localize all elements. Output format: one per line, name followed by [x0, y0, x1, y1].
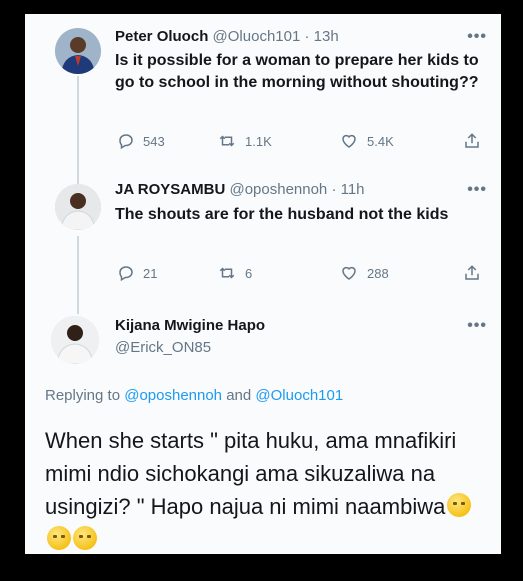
retweet-count: 6 — [245, 265, 253, 281]
retweet-count: 1.1K — [245, 133, 272, 149]
tweet-header: Kijana Mwigine Hapo — [115, 317, 265, 334]
more-icon[interactable]: ••• — [467, 317, 487, 335]
like-count: 288 — [367, 265, 389, 281]
replying-and: and — [226, 387, 252, 404]
rolling-eyes-emoji — [73, 526, 97, 550]
tweet-actions: 543 1.1K 5.4K — [117, 132, 481, 150]
retweet-icon — [217, 264, 237, 282]
reply-icon — [117, 132, 135, 150]
reply-icon — [117, 264, 135, 282]
reply-count: 21 — [143, 265, 158, 281]
tweet-text: Is it possible for a woman to prepare he… — [115, 52, 479, 91]
more-icon[interactable]: ••• — [467, 28, 487, 46]
display-name[interactable]: Peter Oluoch — [115, 28, 208, 45]
reply-button[interactable]: 21 — [117, 264, 217, 282]
avatar[interactable] — [55, 184, 101, 230]
handle-time: @oposhennoh · 11h — [229, 181, 365, 198]
heart-icon — [339, 264, 359, 282]
reply-count: 543 — [143, 133, 165, 149]
heart-icon — [339, 132, 359, 150]
like-button[interactable]: 5.4K — [339, 132, 463, 150]
rolling-eyes-emoji — [47, 526, 71, 550]
display-name[interactable]: JA ROYSAMBU — [115, 181, 225, 198]
thread-line-1 — [77, 76, 79, 184]
avatar[interactable] — [55, 28, 101, 74]
retweet-button[interactable]: 6 — [217, 264, 339, 282]
replying-to: Replying to @oposhennoh and @Oluoch101 — [45, 387, 343, 404]
more-icon[interactable]: ••• — [467, 181, 487, 199]
handle-time: @Oluoch101 · 13h — [212, 28, 339, 45]
avatar[interactable] — [51, 316, 99, 364]
rolling-eyes-emoji — [447, 493, 472, 517]
retweet-button[interactable]: 1.1K — [217, 132, 339, 150]
reply-button[interactable]: 543 — [117, 132, 217, 150]
display-name[interactable]: Kijana Mwigine Hapo — [115, 317, 265, 334]
tweet-thread-card: Peter Oluoch @Oluoch101 · 13h ••• Is it … — [25, 14, 501, 554]
main-tweet-body: When she starts " pita huku, ama mnafiki… — [45, 424, 495, 554]
share-icon — [463, 264, 481, 282]
like-button[interactable]: 288 — [339, 264, 463, 282]
tweet-header: Peter Oluoch @Oluoch101 · 13h — [115, 28, 339, 45]
replying-prefix: Replying to — [45, 387, 121, 404]
share-button[interactable] — [463, 264, 481, 282]
mention-link[interactable]: @oposhennoh — [124, 387, 222, 404]
tweet-text: The shouts are for the husband not the k… — [115, 206, 449, 223]
share-icon — [463, 132, 481, 150]
thread-line-2 — [77, 236, 79, 314]
like-count: 5.4K — [367, 133, 394, 149]
tweet-header: JA ROYSAMBU @oposhennoh · 11h — [115, 181, 365, 198]
handle-row: @Erick_ON85 — [115, 339, 211, 356]
main-tweet-text: When she starts " pita huku, ama mnafiki… — [45, 428, 457, 519]
handle[interactable]: @Erick_ON85 — [115, 339, 211, 356]
retweet-icon — [217, 132, 237, 150]
tweet-actions: 21 6 288 — [117, 264, 481, 282]
share-button[interactable] — [463, 132, 481, 150]
mention-link[interactable]: @Oluoch101 — [255, 387, 343, 404]
